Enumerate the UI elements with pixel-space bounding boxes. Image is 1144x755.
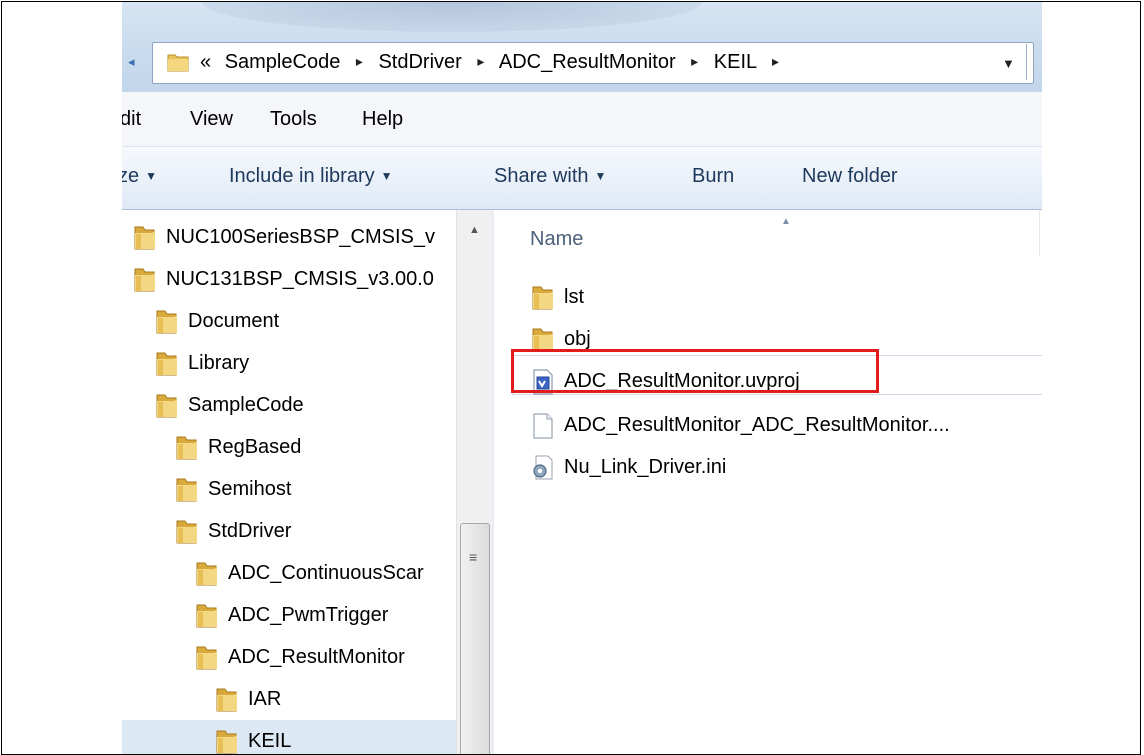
nav-item-label: Semihost — [208, 478, 292, 500]
menu-edit[interactable]: dit — [122, 108, 141, 131]
folder-icon — [214, 728, 240, 754]
nav-item[interactable]: NUC100SeriesBSP_CMSIS_v — [132, 224, 456, 254]
nav-item[interactable]: RegBased — [174, 434, 456, 464]
breadcrumb-stddriver[interactable]: StdDriver — [378, 51, 461, 73]
scroll-up-icon[interactable]: ▲ — [469, 224, 480, 236]
nav-item[interactable]: IAR — [214, 686, 456, 716]
grip-icon: ≡ — [469, 549, 478, 565]
nav-item[interactable]: Document — [154, 308, 456, 338]
folder-icon — [166, 50, 190, 79]
folder-icon — [174, 434, 200, 464]
nav-item-label: NUC100SeriesBSP_CMSIS_v — [166, 226, 435, 248]
column-header-name[interactable]: Name — [530, 228, 583, 251]
file-item-label: obj — [564, 328, 591, 350]
chevron-down-icon: ▼ — [145, 169, 158, 183]
menu-help[interactable]: Help — [362, 108, 403, 131]
nav-item[interactable]: StdDriver — [174, 518, 456, 548]
nav-item-label: Library — [188, 352, 250, 374]
scrollbar-thumb[interactable]: ≡ — [460, 523, 490, 754]
include-in-library-button[interactable]: Include in library ▼ — [229, 165, 393, 188]
folder-icon — [154, 350, 180, 380]
file-item-label: Nu_Link_Driver.ini — [564, 456, 727, 478]
folder-icon — [154, 308, 180, 338]
breadcrumb-separator-icon[interactable]: ▸ — [467, 53, 494, 69]
nav-item[interactable]: KEIL — [214, 728, 456, 754]
title-glow — [202, 2, 702, 32]
folder-icon — [194, 644, 220, 674]
folder-icon — [132, 224, 158, 254]
nav-item-label: IAR — [248, 688, 282, 710]
settings-file-icon — [530, 454, 556, 488]
breadcrumb-overflow[interactable]: « — [200, 51, 211, 73]
menu-view[interactable]: View — [190, 108, 233, 131]
column-divider[interactable] — [1039, 210, 1040, 256]
breadcrumb-separator-icon[interactable]: ▸ — [346, 53, 373, 69]
folder-icon — [174, 518, 200, 548]
folder-icon — [132, 266, 158, 296]
nav-item-label: ADC_ResultMonitor — [228, 646, 405, 668]
nav-scrollbar[interactable]: ▲ ≡ — [456, 210, 493, 754]
file-item-label: ADC_ResultMonitor_ADC_ResultMonitor.... — [564, 414, 950, 436]
nav-item-label: NUC131BSP_CMSIS_v3.00.0 — [166, 268, 434, 290]
new-folder-button[interactable]: New folder — [802, 165, 898, 188]
breadcrumb-separator-icon[interactable]: ▸ — [681, 53, 708, 69]
nav-item[interactable]: SampleCode — [154, 392, 456, 422]
breadcrumb: « SampleCode ▸ StdDriver ▸ ADC_ResultMon… — [200, 51, 789, 74]
organize-label: ze — [122, 165, 140, 187]
burn-button[interactable]: Burn — [692, 165, 734, 188]
nav-item-label: ADC_PwmTrigger — [228, 604, 389, 626]
nav-item-label: RegBased — [208, 436, 302, 458]
folder-icon — [194, 602, 220, 632]
nav-item-label: StdDriver — [208, 520, 292, 542]
nav-item[interactable]: Semihost — [174, 476, 456, 506]
file-item-label: lst — [564, 286, 584, 308]
nav-item[interactable]: ADC_ResultMonitor — [194, 644, 456, 674]
menu-bar — [122, 92, 1042, 147]
share-with-label: Share with — [494, 165, 589, 187]
breadcrumb-samplecode[interactable]: SampleCode — [225, 51, 341, 73]
folder-icon — [214, 686, 240, 716]
breadcrumb-separator-icon[interactable]: ▸ — [762, 53, 789, 69]
breadcrumb-adc-resultmonitor[interactable]: ADC_ResultMonitor — [499, 51, 676, 73]
menu-tools[interactable]: Tools — [270, 108, 317, 131]
chevron-down-icon: ▼ — [380, 169, 393, 183]
nav-item-label: KEIL — [248, 730, 292, 752]
include-in-library-label: Include in library — [229, 165, 375, 187]
folder-icon — [530, 284, 556, 318]
address-divider — [1026, 44, 1027, 80]
folder-icon — [194, 560, 220, 590]
nav-item-label: SampleCode — [188, 394, 304, 416]
nav-item-label: Document — [188, 310, 280, 332]
folder-icon — [154, 392, 180, 422]
folder-icon — [174, 476, 200, 506]
organize-button[interactable]: ze ▼ — [122, 165, 157, 188]
breadcrumb-keil[interactable]: KEIL — [714, 51, 757, 73]
nav-item[interactable]: ADC_ContinuousScar — [194, 560, 456, 590]
share-with-button[interactable]: Share with ▼ — [494, 165, 606, 188]
back-arrow-icon[interactable]: ◂ — [128, 54, 135, 70]
sort-ascending-icon: ▲ — [781, 216, 791, 227]
nav-item[interactable]: ADC_PwmTrigger — [194, 602, 456, 632]
blank-file-icon — [530, 412, 556, 446]
nav-item[interactable]: NUC131BSP_CMSIS_v3.00.0 — [132, 266, 456, 296]
highlight-box — [511, 349, 879, 393]
chevron-down-icon: ▼ — [594, 169, 607, 183]
nav-item-label: ADC_ContinuousScar — [228, 562, 424, 584]
address-dropdown-icon[interactable]: ▼ — [1002, 56, 1015, 71]
nav-item[interactable]: Library — [154, 350, 456, 380]
